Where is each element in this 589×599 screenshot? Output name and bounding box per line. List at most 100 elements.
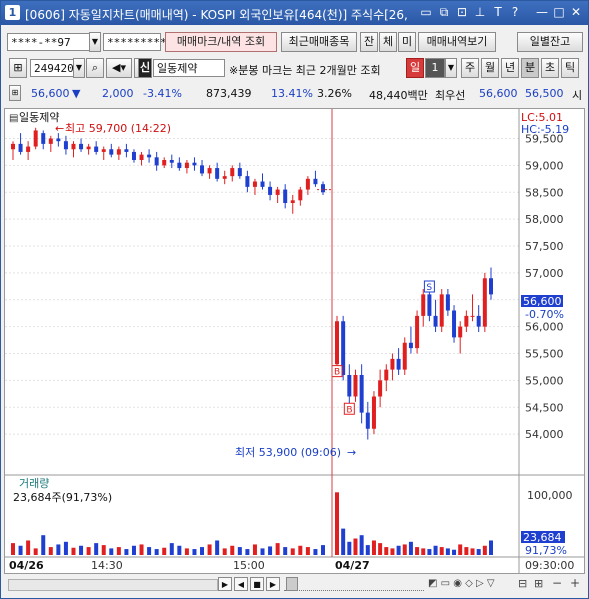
period-day-button[interactable]: 일	[406, 58, 424, 78]
chart-stock-title: 일동제약	[19, 110, 59, 124]
buy-mark-icon[interactable]: B	[331, 365, 343, 378]
volume-bar	[275, 543, 280, 555]
trade-mark-label: B	[334, 368, 340, 378]
plus-icon[interactable]: +	[570, 576, 580, 590]
chart-area[interactable]: 59,50059,00058,50058,00057,50057,00056,5…	[4, 108, 585, 574]
quote-toggle-icon[interactable]: ⊞	[9, 85, 21, 101]
volume-bar	[347, 541, 352, 555]
play-back-icon[interactable]: ◀	[234, 577, 248, 591]
period-value[interactable]: 1	[425, 58, 445, 78]
volume-bar	[79, 545, 84, 555]
volume-bar	[378, 543, 383, 555]
period-second-button[interactable]: 초	[541, 58, 559, 78]
balance-button[interactable]: 잔	[360, 32, 378, 52]
executed-button[interactable]: 체	[379, 32, 397, 52]
candle-body	[200, 165, 205, 174]
speed-slider-handle[interactable]	[286, 577, 298, 591]
volume-bar	[298, 545, 303, 555]
password-input[interactable]: *********	[103, 33, 167, 51]
unexecuted-button[interactable]: 미	[398, 32, 416, 52]
candle-body	[458, 326, 463, 338]
link-icon[interactable]: ▭	[419, 5, 433, 19]
volume-bar	[18, 545, 23, 555]
volume-bar	[384, 547, 389, 555]
volume-bar	[200, 547, 205, 555]
turnover-value: 13.41%	[271, 87, 313, 100]
volume-title: 거래량	[19, 477, 49, 490]
pin-icon[interactable]: ⊥	[473, 5, 487, 19]
scroll-track[interactable]	[8, 579, 218, 591]
candle-body	[464, 315, 469, 327]
period-month-button[interactable]: 월	[481, 58, 499, 78]
volume-bar	[305, 547, 310, 555]
stock-name-field[interactable]: 일동제약	[153, 59, 225, 77]
candle-body	[33, 130, 38, 147]
candle-body	[184, 162, 189, 169]
search-icon[interactable]: ⌕	[86, 58, 104, 78]
copy-icon[interactable]: ⊡	[455, 5, 469, 19]
candle-body	[378, 380, 383, 397]
account-dropdown-icon[interactable]: ▼	[89, 32, 101, 52]
recent-trades-button[interactable]: 최근매매종목	[281, 32, 357, 52]
window-number: 1	[5, 5, 20, 20]
candle-body	[408, 342, 413, 349]
account-toolbar: ****-**97 ▼ ********* 매매마크/내역 조회 최근매매종목 …	[1, 31, 588, 55]
volume-bar	[452, 549, 457, 555]
draw-tools-icon[interactable]: ◩ ▭ ◉ ◇ ▷ ▽	[428, 578, 495, 589]
volume-value: 873,439	[206, 87, 252, 100]
volume-bar	[71, 547, 76, 555]
help-icon[interactable]: ?	[508, 5, 522, 19]
close-icon[interactable]: ✕	[569, 5, 583, 19]
maximize-icon[interactable]: □	[552, 5, 566, 19]
speaker-icon[interactable]: ◀▾	[106, 58, 132, 78]
volume-bar	[139, 544, 144, 555]
zoom-in-icon[interactable]: ⊞	[534, 577, 543, 590]
volume-bar	[353, 538, 358, 555]
period-year-button[interactable]: 년	[501, 58, 519, 78]
speed-slider[interactable]	[284, 578, 424, 591]
volume-bar	[86, 547, 91, 555]
candlestick-chart[interactable]: 59,50059,00058,50058,00057,50057,00056,5…	[5, 109, 584, 573]
candle-body	[41, 133, 46, 144]
play-icon[interactable]: ▶	[266, 577, 280, 591]
period-tick-button[interactable]: 틱	[561, 58, 579, 78]
candle-body	[402, 342, 407, 370]
volume-bar	[458, 544, 463, 555]
scroll-left-icon[interactable]: ▶	[218, 577, 232, 591]
volume-bar	[154, 549, 159, 555]
text-icon[interactable]: T	[491, 5, 505, 19]
chart-settings-icon[interactable]: ⊞	[9, 58, 27, 78]
y-tick-label: 56,000	[525, 321, 564, 334]
volume-bar	[439, 547, 444, 555]
candle-body	[139, 154, 144, 160]
trade-mark-query-button[interactable]: 매매마크/내역 조회	[165, 32, 277, 52]
sell-mark-icon[interactable]: S	[423, 280, 435, 293]
view-trades-button[interactable]: 매매내역보기	[418, 32, 496, 52]
minus-icon[interactable]: −	[552, 576, 562, 590]
candle-body	[63, 141, 68, 150]
volume-bar	[371, 540, 376, 555]
daily-balance-button[interactable]: 일별잔고	[517, 32, 583, 52]
y-tick-label: 58,000	[525, 213, 564, 226]
period-week-button[interactable]: 주	[461, 58, 479, 78]
quote-trailing: 시	[572, 89, 583, 102]
candle-body	[237, 168, 242, 177]
period-minute-button[interactable]: 분	[521, 58, 539, 78]
title-bar[interactable]: 1 [0606] 자동일지차트(매매내역) - KOSPI 외국인보유[464(…	[1, 1, 588, 25]
popout-icon[interactable]: ⧉	[437, 5, 451, 19]
stock-code-input[interactable]: 249420	[30, 59, 74, 77]
volume-bar	[290, 548, 295, 555]
stop-icon[interactable]: ■	[250, 577, 264, 591]
chart-navigation-bar: ▶ ◀ ■ ▶ ◩ ▭ ◉ ◇ ▷ ▽ ⊟ ⊞ − +	[4, 574, 585, 596]
candle-body	[56, 138, 61, 142]
buy-mark-icon[interactable]: B	[343, 402, 355, 415]
y-tick-label: 55,500	[525, 348, 564, 361]
account-input[interactable]: ****-**97	[7, 33, 91, 51]
candle-body	[177, 162, 182, 169]
zoom-out-icon[interactable]: ⊟	[518, 577, 527, 590]
volume-current: 23,684	[523, 531, 562, 544]
code-dropdown-icon[interactable]: ▼	[73, 58, 85, 78]
candle-body	[476, 315, 481, 327]
minimize-icon[interactable]: —	[535, 5, 549, 19]
period-dropdown-icon[interactable]: ▼	[445, 58, 457, 78]
